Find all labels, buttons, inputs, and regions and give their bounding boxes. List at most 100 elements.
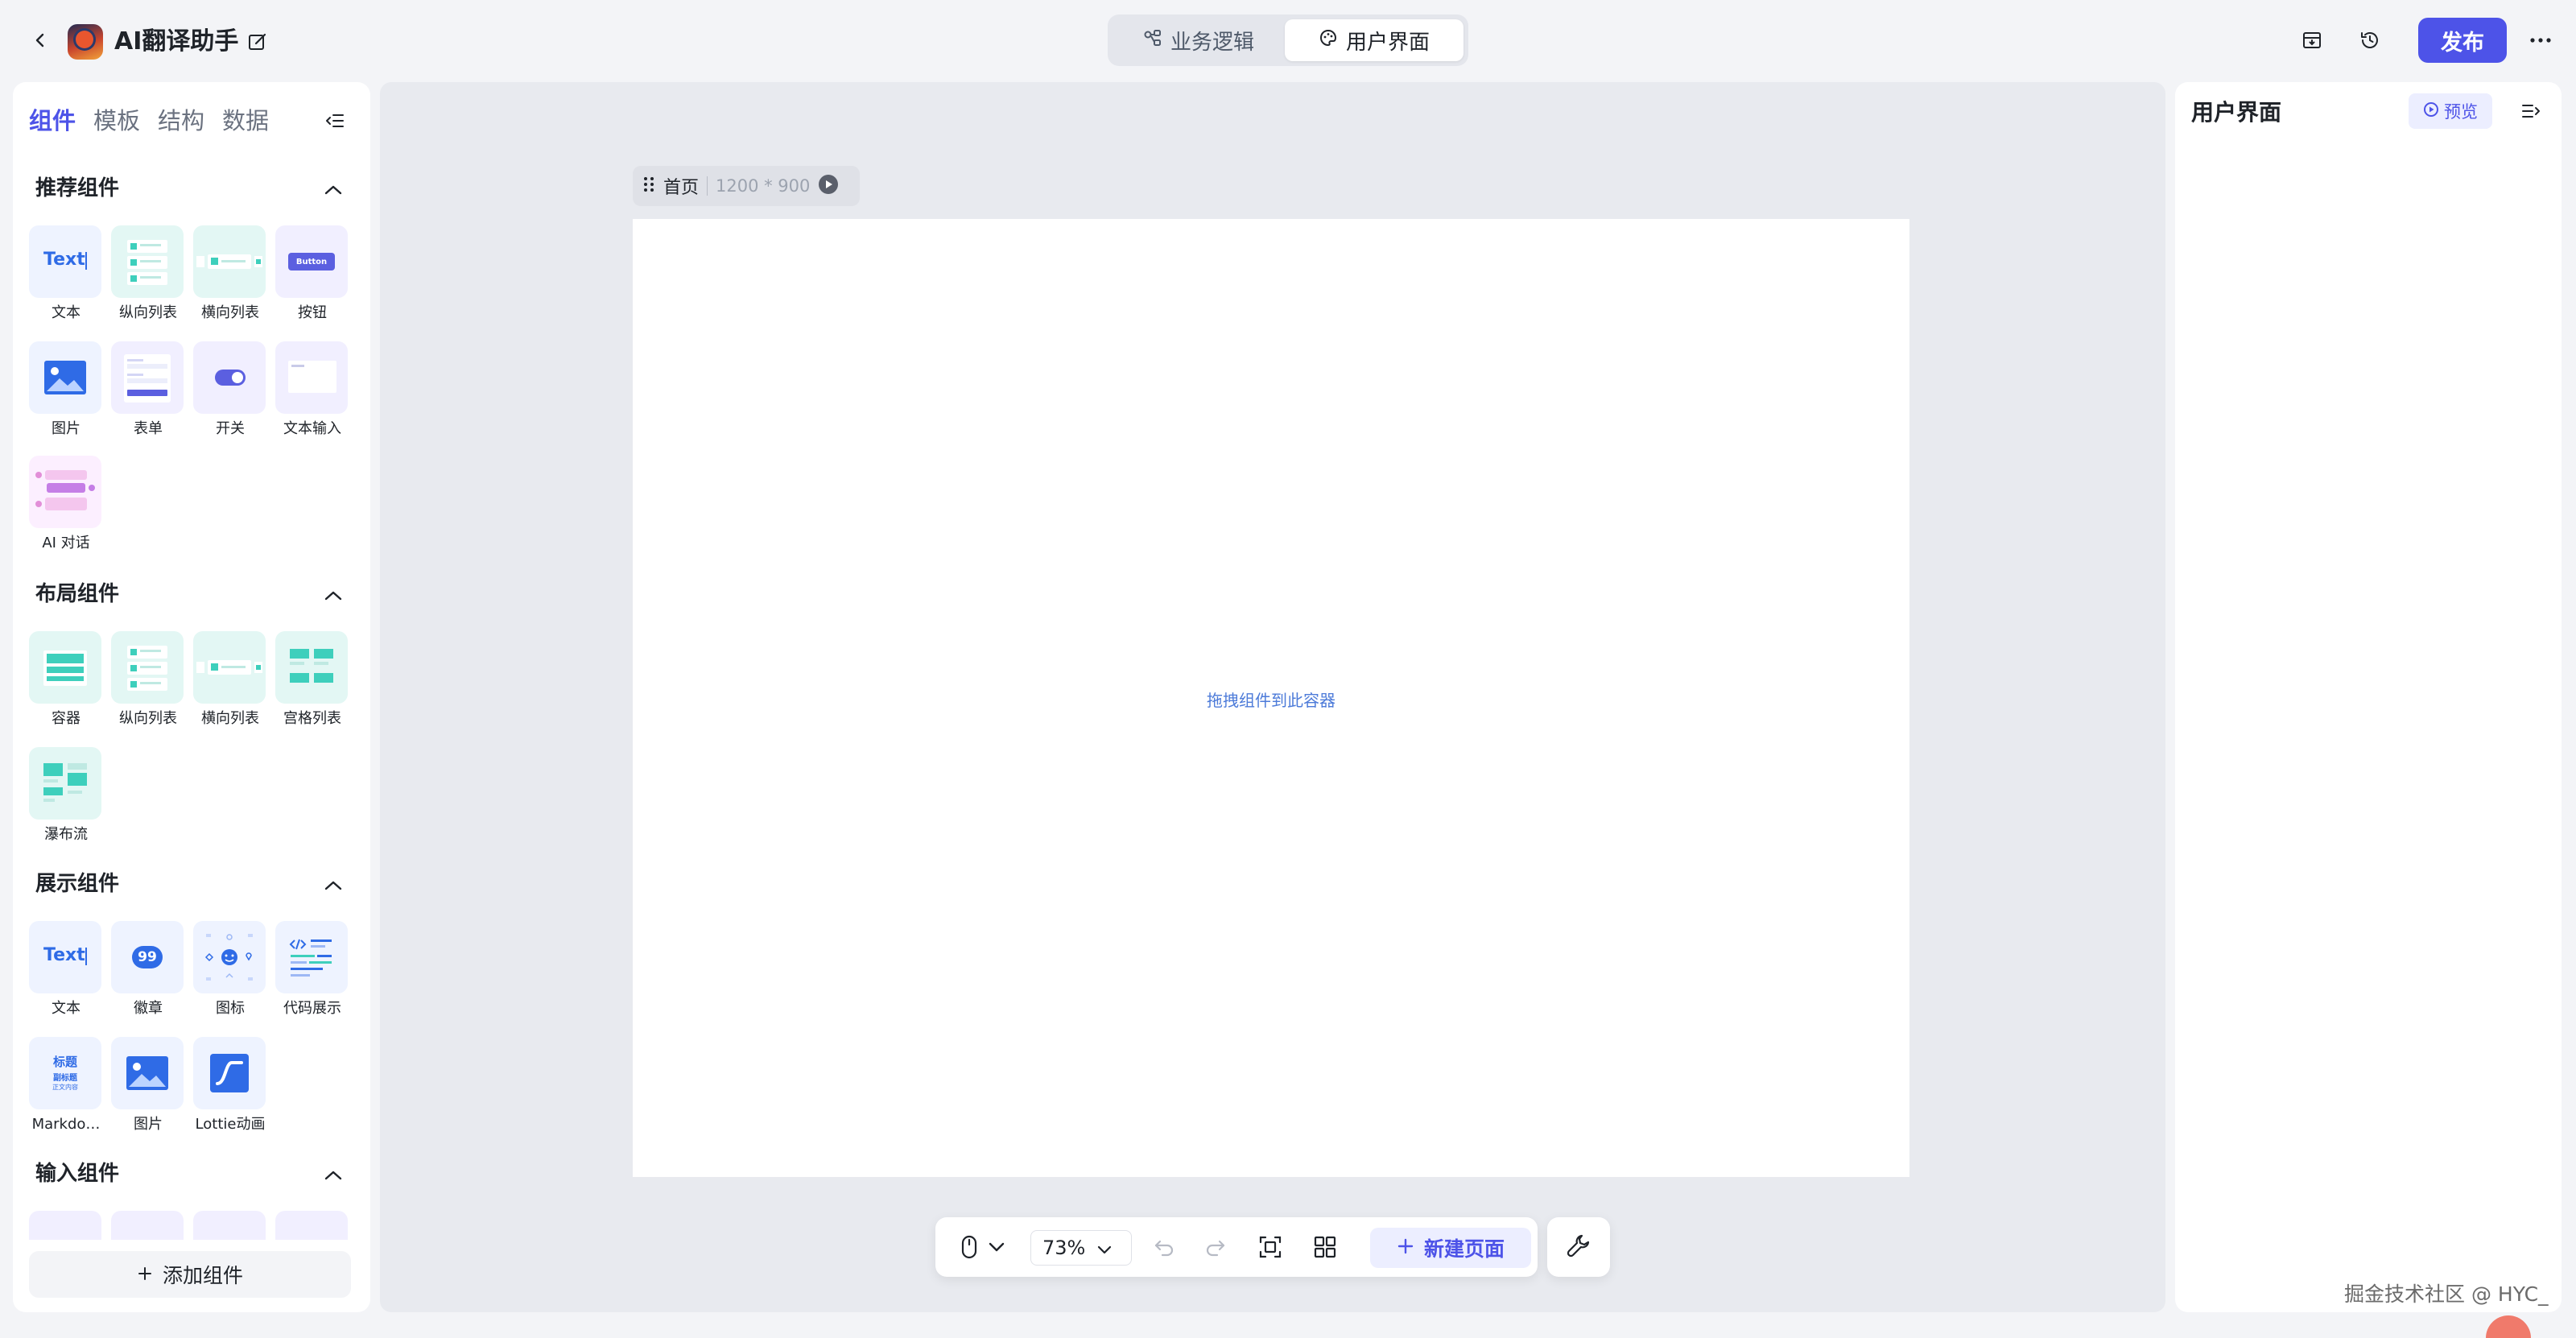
tab-components[interactable]: 组件: [29, 103, 76, 138]
collapse-panel-icon[interactable]: [2515, 95, 2547, 127]
horizontal-list-icon: [193, 225, 266, 298]
component-label: 文本: [52, 304, 80, 321]
preview-label: 预览: [2444, 102, 2478, 122]
component-icon[interactable]: 图标: [193, 921, 267, 1019]
input-component-tile[interactable]: [275, 1211, 348, 1240]
drop-hint: 拖拽组件到此容器: [1207, 691, 1335, 710]
component-label: 横向列表: [201, 304, 259, 321]
component-lottie[interactable]: Lottie动画: [193, 1037, 267, 1135]
component-label: 图片: [134, 1116, 163, 1133]
component-label: Lottie动画: [195, 1116, 266, 1133]
component-display-text[interactable]: Text 文本: [29, 921, 103, 1019]
component-display-image[interactable]: 图片: [111, 1037, 185, 1135]
chevron-up-icon[interactable]: [319, 871, 348, 900]
plus-icon: [137, 1263, 153, 1286]
chevron-up-icon[interactable]: [319, 1161, 348, 1190]
section-title-recommended: 推荐组件: [35, 176, 120, 200]
wrench-icon: [1566, 1233, 1591, 1262]
tab-data[interactable]: 数据: [222, 103, 269, 138]
component-code-display[interactable]: 代码展示: [275, 921, 349, 1019]
page-tag[interactable]: 首页 1200 * 900: [633, 166, 860, 206]
component-container[interactable]: 容器: [29, 631, 103, 729]
component-vertical-list-layout[interactable]: 纵向列表: [111, 631, 185, 729]
collapse-panel-icon[interactable]: [319, 105, 351, 137]
text-tile-icon: Text: [29, 225, 101, 298]
grid-list-icon: [275, 631, 348, 704]
component-label: Markdo…: [31, 1116, 101, 1133]
text-input-tile-icon: [275, 341, 348, 414]
component-form[interactable]: 表单: [111, 341, 185, 440]
canvas-area[interactable]: 首页 1200 * 900 拖拽组件到此容器: [380, 82, 2165, 1312]
component-text-input[interactable]: 文本输入: [275, 341, 349, 440]
component-label: 文本输入: [283, 420, 341, 437]
component-label: 开关: [216, 420, 245, 437]
component-image[interactable]: 图片: [29, 341, 103, 440]
history-icon[interactable]: [2354, 24, 2386, 56]
page-frame[interactable]: 拖拽组件到此容器: [633, 219, 1909, 1177]
drag-handle-icon[interactable]: [642, 175, 655, 197]
more-icon[interactable]: [2524, 24, 2557, 56]
back-arrow-icon[interactable]: [24, 24, 56, 56]
component-label: 代码展示: [283, 1000, 341, 1017]
plus-icon: [1397, 1237, 1414, 1260]
preview-button[interactable]: 预览: [2409, 93, 2492, 129]
input-component-tile[interactable]: [29, 1211, 101, 1240]
watermark: 掘金技术社区 @ HYC_: [2344, 1282, 2549, 1306]
component-label: 瀑布流: [44, 826, 88, 843]
component-switch[interactable]: 开关: [193, 341, 267, 440]
component-badge[interactable]: 99 徽章: [111, 921, 185, 1019]
add-component-label: 添加组件: [162, 1264, 243, 1287]
section-title-input: 输入组件: [35, 1162, 120, 1186]
component-markdown[interactable]: 标题 副标题 正文内容 Markdo…: [29, 1037, 103, 1135]
fit-screen-icon[interactable]: [1254, 1231, 1286, 1263]
component-text[interactable]: Text 文本: [29, 225, 103, 324]
component-label: 图标: [216, 1000, 245, 1017]
input-component-tile[interactable]: [193, 1211, 266, 1240]
page-size: 1200 * 900: [716, 176, 811, 196]
component-ai-chat[interactable]: AI 对话: [29, 456, 103, 554]
chevron-up-icon[interactable]: [319, 581, 348, 610]
publish-button[interactable]: 发布: [2418, 18, 2507, 63]
component-button[interactable]: Button 按钮: [275, 225, 349, 324]
chevron-up-icon[interactable]: [319, 176, 348, 204]
tab-user-interface[interactable]: 用户界面: [1285, 19, 1463, 61]
wrench-tool-button[interactable]: [1547, 1217, 1610, 1277]
component-grid-list[interactable]: 宫格列表: [275, 631, 349, 729]
button-tile-icon: Button: [275, 225, 348, 298]
tab-business-logic[interactable]: 业务逻辑: [1113, 19, 1285, 61]
component-label: 按钮: [298, 304, 327, 321]
input-component-tile[interactable]: [111, 1211, 184, 1240]
new-page-button[interactable]: 新建页面: [1370, 1228, 1531, 1268]
new-page-label: 新建页面: [1423, 1237, 1505, 1261]
view-switcher: 业务逻辑 用户界面: [1108, 14, 1468, 66]
component-horizontal-list[interactable]: 横向列表: [193, 225, 267, 324]
add-component-button[interactable]: 添加组件: [29, 1251, 351, 1298]
flow-icon: [1143, 28, 1162, 53]
page-name: 首页: [663, 178, 700, 198]
form-tile-icon: [111, 341, 184, 414]
chevron-down-icon[interactable]: [980, 1231, 1013, 1263]
tab-user-interface-label: 用户界面: [1345, 30, 1430, 55]
component-waterfall[interactable]: 瀑布流: [29, 747, 103, 845]
grid-view-icon[interactable]: [1309, 1231, 1341, 1263]
tab-structure[interactable]: 结构: [158, 103, 204, 138]
archive-icon[interactable]: [2296, 24, 2328, 56]
redo-icon[interactable]: [1199, 1231, 1232, 1263]
image-tile-icon: [111, 1037, 184, 1109]
properties-panel: 用户界面 预览: [2175, 82, 2562, 1312]
chevron-down-icon: [1096, 1237, 1113, 1259]
component-label: 表单: [134, 420, 163, 437]
zoom-select[interactable]: 73%: [1030, 1230, 1132, 1266]
play-icon[interactable]: [818, 174, 839, 198]
edit-title-icon[interactable]: [242, 26, 274, 58]
component-horizontal-list-layout[interactable]: 横向列表: [193, 631, 267, 729]
component-label: 图片: [52, 420, 80, 437]
code-tile-icon: [275, 921, 348, 993]
app-logo: [68, 24, 103, 60]
vertical-list-icon: [111, 225, 184, 298]
section-title-display: 展示组件: [35, 872, 120, 896]
undo-icon[interactable]: [1148, 1231, 1180, 1263]
divider: [707, 176, 708, 196]
tab-templates[interactable]: 模板: [93, 103, 140, 138]
component-vertical-list[interactable]: 纵向列表: [111, 225, 185, 324]
